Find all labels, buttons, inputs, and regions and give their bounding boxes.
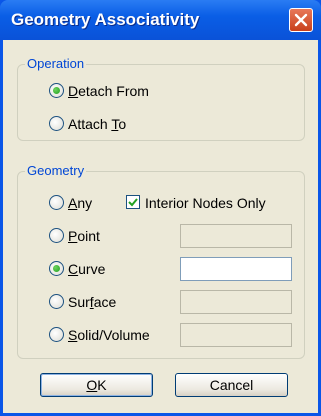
radio-indicator: [49, 195, 64, 210]
checkmark-icon: [128, 198, 138, 207]
surface-field[interactable]: [180, 290, 292, 314]
interior-nodes-label: Interior Nodes Only: [145, 195, 266, 211]
close-button[interactable]: [289, 8, 313, 32]
solid-volume-field[interactable]: [180, 323, 292, 347]
window-title: Geometry Associativity: [11, 10, 200, 29]
radio-indicator: [49, 228, 64, 243]
ok-button[interactable]: OK: [40, 373, 153, 397]
point-field[interactable]: [180, 224, 292, 248]
dialog-body: Operation Detach From Attach To Geometry…: [3, 40, 318, 413]
dialog-window: Geometry Associativity Operation Detach …: [0, 0, 321, 416]
cancel-button[interactable]: Cancel: [175, 373, 288, 397]
radio-indicator: [49, 294, 64, 309]
checkbox-indicator: [126, 195, 140, 209]
title-bar[interactable]: Geometry Associativity: [0, 0, 321, 40]
curve-field[interactable]: [180, 257, 292, 281]
close-icon: [294, 13, 308, 27]
radio-indicator: [49, 261, 64, 276]
radio-indicator: [49, 83, 64, 98]
radio-indicator: [49, 327, 64, 342]
operation-legend: Operation: [25, 56, 87, 72]
radio-indicator: [49, 116, 64, 131]
geometry-legend: Geometry: [25, 163, 87, 179]
